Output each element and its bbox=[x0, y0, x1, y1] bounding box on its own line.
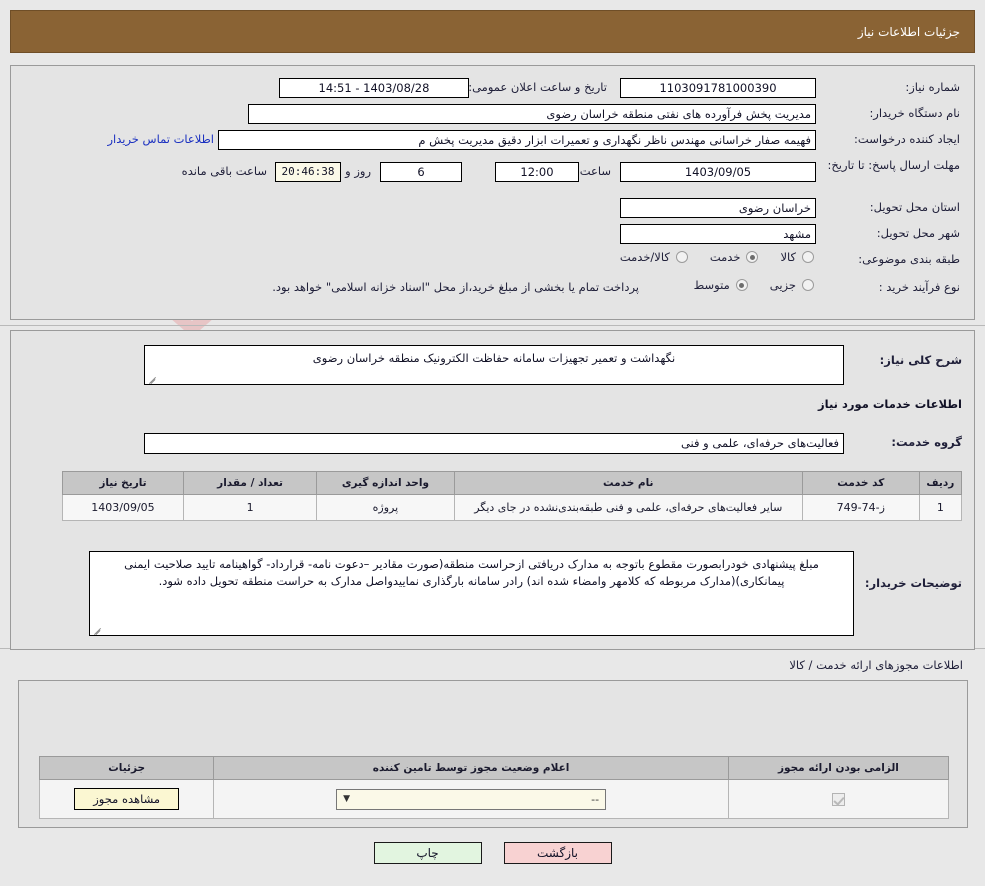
general-description-textarea[interactable]: نگهداشت و تعمیر تجهیزات سامانه حفاظت الک… bbox=[144, 345, 844, 385]
permit-required-checkbox bbox=[831, 792, 845, 806]
buyer-contact-link[interactable]: اطلاعات تماس خریدار bbox=[107, 132, 214, 146]
radio-label: کالا/خدمت bbox=[619, 250, 670, 264]
services-section-title: اطلاعات خدمات مورد نیاز bbox=[818, 397, 962, 411]
permits-section-title: اطلاعات مجوزهای ارائه خدمت / کالا bbox=[789, 658, 963, 672]
permits-table: الزامی بودن ارائه مجوز اعلام وضعیت مجوز … bbox=[38, 756, 950, 819]
cell-permit-details: مشاهده مجوز bbox=[38, 779, 215, 819]
th-permit-status: اعلام وضعیت مجوز توسط تامین کننده bbox=[213, 756, 729, 780]
page-title-bar: جزئیات اطلاعات نیاز bbox=[10, 10, 975, 53]
permit-status-value: -- bbox=[591, 792, 600, 806]
deadline-label: مهلت ارسال پاسخ: تا تاریخ: bbox=[827, 158, 960, 172]
subject-classification-label: طبقه بندی موضوعی: bbox=[858, 252, 960, 266]
buyer-notes-textarea[interactable]: مبلغ پیشنهادی خودرابصورت مقطوع باتوجه به… bbox=[89, 551, 854, 636]
cell-service-name: سایر فعالیت‌های حرفه‌ای، علمی و فنی طبقه… bbox=[453, 494, 803, 521]
purchase-process-radio-group[interactable]: جزیی متوسط bbox=[672, 278, 814, 292]
radio-label: کالا bbox=[780, 250, 796, 264]
payment-note-text: پرداخت تمام یا بخشی از مبلغ خرید،از محل … bbox=[272, 280, 639, 294]
radio-indicator[interactable] bbox=[675, 251, 688, 263]
page-title: جزئیات اطلاعات نیاز bbox=[857, 24, 960, 39]
cell-need-date: 1403/09/05 bbox=[62, 494, 184, 521]
cell-permit-status: ▼ -- bbox=[213, 779, 729, 819]
delivery-province-field: خراسان رضوی bbox=[620, 198, 816, 218]
cell-quantity: 1 bbox=[182, 494, 318, 521]
resize-grip-icon[interactable] bbox=[147, 373, 157, 383]
radio-indicator[interactable] bbox=[746, 251, 759, 263]
announcement-datetime-field: 1403/08/28 - 14:51 bbox=[279, 78, 469, 98]
delivery-city-label: شهر محل تحویل: bbox=[876, 226, 960, 240]
radio-label: خدمت bbox=[709, 250, 741, 264]
buyer-notes-label: توضیحات خریدار: bbox=[864, 576, 962, 590]
service-group-field: فعالیت‌های حرفه‌ای، علمی و فنی bbox=[144, 433, 844, 454]
permit-status-select[interactable]: ▼ -- bbox=[336, 788, 607, 810]
radio-label: متوسط bbox=[693, 278, 730, 292]
back-button[interactable]: بازگشت bbox=[503, 842, 612, 864]
th-row-no: ردیف bbox=[918, 471, 963, 495]
th-need-date: تاریخ نیاز bbox=[62, 471, 184, 495]
services-table: ردیف کد خدمت نام خدمت واحد اندازه گیری ت… bbox=[62, 471, 963, 521]
radio-option-kala[interactable]: کالا bbox=[780, 250, 814, 264]
buyer-org-field: مدیریت پخش فرآورده های نفتی منطقه خراسان… bbox=[248, 104, 816, 124]
th-service-code: کد خدمت bbox=[801, 471, 920, 495]
countdown-timer-field: 20:46:38 bbox=[275, 162, 341, 182]
permits-panel: الزامی بودن ارائه مجوز اعلام وضعیت مجوز … bbox=[18, 680, 968, 828]
cell-unit: پروژه bbox=[316, 494, 455, 521]
radio-option-motevaset[interactable]: متوسط bbox=[694, 278, 748, 292]
view-permit-button[interactable]: مشاهده مجوز bbox=[74, 788, 180, 810]
need-number-field: 1103091781000390 bbox=[620, 78, 816, 98]
th-unit: واحد اندازه گیری bbox=[316, 471, 455, 495]
deadline-time-field: 12:00 bbox=[495, 162, 579, 182]
radio-option-kala-khedmat[interactable]: کالا/خدمت bbox=[620, 250, 688, 264]
cell-service-code: ز-74-749 bbox=[801, 494, 920, 521]
table-row: 1 ز-74-749 سایر فعالیت‌های حرفه‌ای، علمی… bbox=[62, 494, 963, 521]
resize-grip-icon[interactable] bbox=[92, 624, 102, 634]
chevron-down-icon: ▼ bbox=[343, 793, 351, 804]
th-permit-required: الزامی بودن ارائه مجوز bbox=[727, 756, 950, 780]
delivery-province-label: استان محل تحویل: bbox=[869, 200, 960, 214]
subject-classification-radio-group[interactable]: کالا خدمت کالا/خدمت bbox=[598, 250, 814, 264]
purchase-process-label: نوع فرآیند خرید : bbox=[878, 280, 960, 294]
delivery-city-field: مشهد bbox=[620, 224, 816, 244]
remaining-days-field: 6 bbox=[380, 162, 462, 182]
buyer-notes-text: مبلغ پیشنهادی خودرابصورت مقطوع باتوجه به… bbox=[124, 557, 819, 588]
deadline-date-field: 1403/09/05 bbox=[620, 162, 816, 182]
footer-button-bar: بازگشت چاپ bbox=[0, 842, 985, 864]
radio-indicator[interactable] bbox=[735, 279, 748, 291]
announcement-label: تاریخ و ساعت اعلان عمومی: bbox=[468, 80, 607, 94]
remaining-hours-label: ساعت باقی مانده bbox=[181, 164, 267, 178]
print-button[interactable]: چاپ bbox=[373, 842, 482, 864]
th-quantity: تعداد / مقدار bbox=[182, 471, 318, 495]
radio-label: جزیی bbox=[769, 278, 796, 292]
need-details-panel: شرح کلی نیاز: نگهداشت و تعمیر تجهیزات سا… bbox=[10, 330, 975, 650]
table-header-row: الزامی بودن ارائه مجوز اعلام وضعیت مجوز … bbox=[38, 756, 950, 780]
buyer-org-label: نام دستگاه خریدار: bbox=[869, 106, 960, 120]
table-row: ▼ -- مشاهده مجوز bbox=[38, 779, 950, 819]
general-description-label: شرح کلی نیاز: bbox=[879, 353, 962, 367]
need-number-label: شماره نیاز: bbox=[905, 80, 960, 94]
general-description-text: نگهداشت و تعمیر تجهیزات سامانه حفاظت الک… bbox=[312, 351, 676, 365]
request-creator-field: فهیمه صفار خراسانی مهندس ناظر نگهداری و … bbox=[218, 130, 816, 150]
radio-option-khedmat[interactable]: خدمت bbox=[710, 250, 759, 264]
cell-row-no: 1 bbox=[918, 494, 963, 521]
hour-label: ساعت bbox=[579, 164, 611, 178]
table-header-row: ردیف کد خدمت نام خدمت واحد اندازه گیری ت… bbox=[62, 471, 963, 495]
cell-permit-required bbox=[727, 779, 950, 819]
radio-indicator[interactable] bbox=[802, 279, 814, 291]
radio-option-jozii[interactable]: جزیی bbox=[770, 278, 814, 292]
service-group-label: گروه خدمت: bbox=[891, 435, 962, 449]
days-label: روز و bbox=[345, 164, 371, 178]
radio-indicator[interactable] bbox=[802, 251, 814, 263]
th-permit-details: جزئیات bbox=[38, 756, 215, 780]
th-service-name: نام خدمت bbox=[453, 471, 803, 495]
need-summary-panel: شماره نیاز: 1103091781000390 تاریخ و ساع… bbox=[10, 65, 975, 320]
request-creator-label: ایجاد کننده درخواست: bbox=[854, 132, 960, 146]
